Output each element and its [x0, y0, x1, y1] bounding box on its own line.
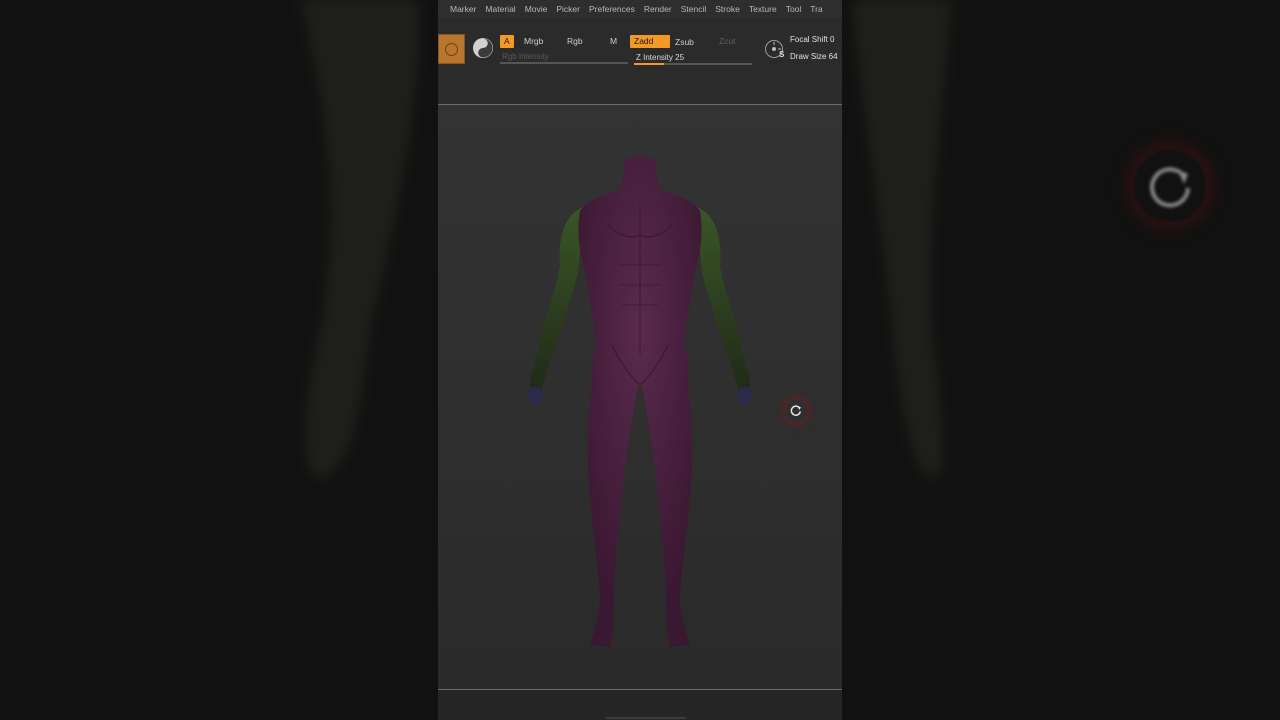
menu-render[interactable]: Render: [635, 0, 672, 18]
menu-marker[interactable]: Marker: [438, 0, 476, 18]
menu-transform[interactable]: Tra: [801, 0, 822, 18]
refresh-icon[interactable]: [785, 400, 807, 422]
z-intensity-fill: [634, 63, 664, 65]
mrgb-button[interactable]: Mrgb: [520, 35, 547, 48]
menu-preferences[interactable]: Preferences: [580, 0, 635, 18]
gizmo-letter: S: [779, 50, 785, 59]
zadd-button[interactable]: Zadd: [630, 35, 670, 48]
z-intensity-slider[interactable]: [634, 63, 752, 65]
menu-stroke[interactable]: Stroke: [706, 0, 740, 18]
draw-size-field[interactable]: Draw Size 64: [790, 52, 838, 61]
ghost-arm-left: [300, 0, 420, 480]
z-intensity-label: Z Intensity 25: [636, 53, 685, 62]
menu-bar: Marker Material Movie Picker Preferences…: [438, 0, 842, 18]
menu-texture[interactable]: Texture: [740, 0, 777, 18]
zcut-button[interactable]: Zcut: [715, 35, 740, 48]
menu-material[interactable]: Material: [476, 0, 515, 18]
a-button[interactable]: A: [500, 35, 514, 48]
blurred-background-right: [842, 0, 1280, 720]
menu-movie[interactable]: Movie: [516, 0, 548, 18]
focal-shift-field[interactable]: Focal Shift 0: [790, 35, 834, 44]
rgb-intensity-slider[interactable]: [500, 62, 628, 64]
menu-stencil[interactable]: Stencil: [672, 0, 707, 18]
zsub-button[interactable]: Zsub: [671, 36, 698, 49]
ghost-refresh-icon: [1134, 150, 1206, 222]
blurred-background-left: [0, 0, 438, 720]
zbrush-window: Marker Material Movie Picker Preferences…: [438, 0, 842, 720]
menu-tool[interactable]: Tool: [777, 0, 802, 18]
document-canvas[interactable]: [438, 105, 842, 689]
scroll-indicator[interactable]: [606, 717, 686, 719]
ghost-arm-right: [852, 0, 952, 480]
brush-selector[interactable]: [438, 34, 465, 64]
male-anatomy-model: [528, 157, 752, 647]
toolbar: A Mrgb Rgb M Zadd Zsub Zcut Rgb Intensit…: [438, 28, 842, 72]
menu-picker[interactable]: Picker: [547, 0, 580, 18]
rgb-intensity-label: Rgb Intensity: [502, 52, 549, 61]
rgb-button[interactable]: Rgb: [563, 35, 587, 48]
bottom-shelf: [438, 690, 842, 720]
m-button[interactable]: M: [606, 35, 621, 48]
yin-yang-icon[interactable]: [473, 38, 493, 58]
brush-circle-icon: [445, 43, 458, 56]
